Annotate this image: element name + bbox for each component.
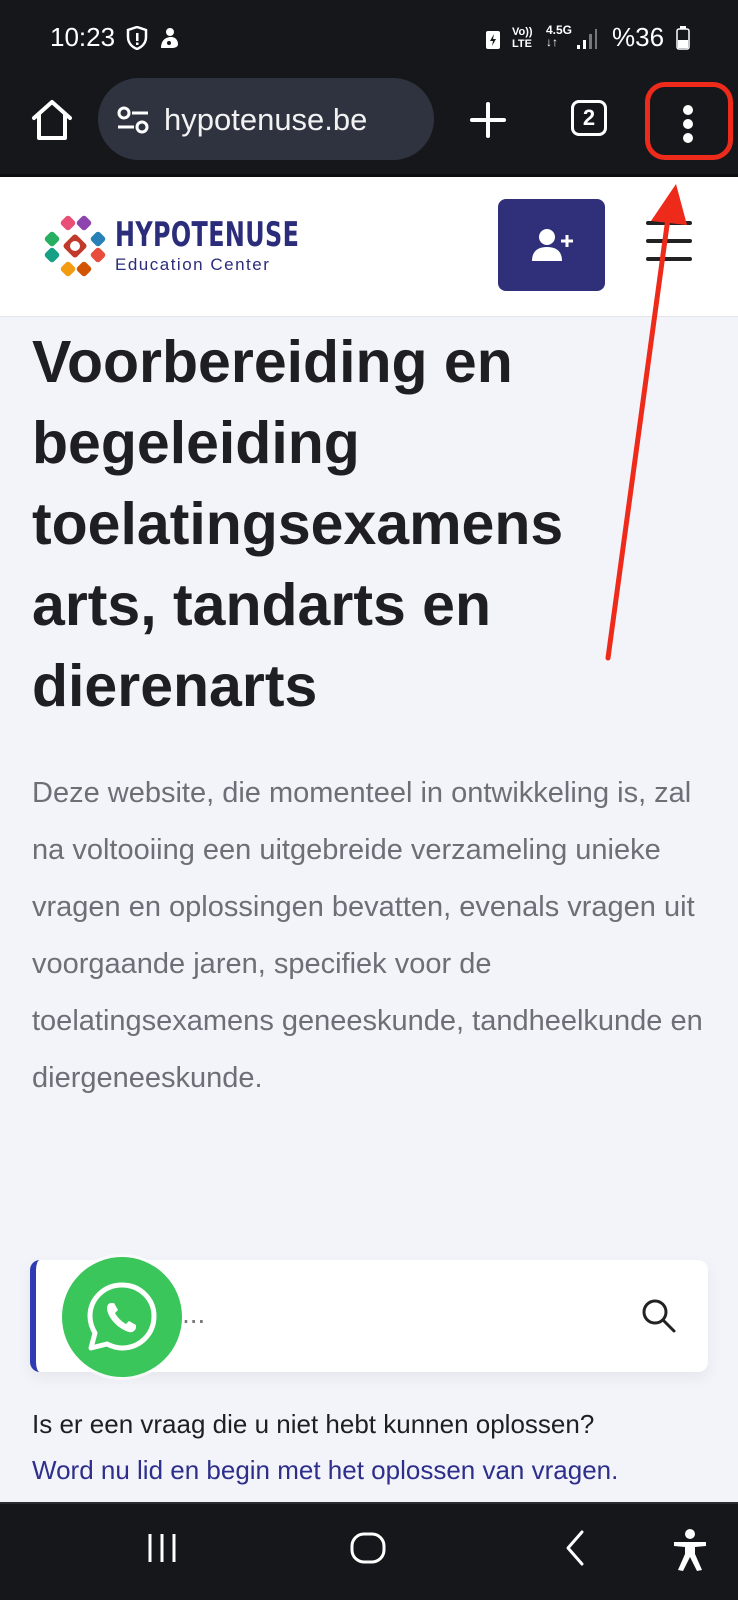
tab-switcher-button[interactable]: 2 [571, 100, 607, 136]
browser-toolbar: hypotenuse.be 2 [0, 72, 738, 176]
system-nav-bar [0, 1502, 738, 1600]
whatsapp-icon [87, 1282, 157, 1351]
logo-name[interactable]: HYPOTENUSE [115, 215, 299, 255]
question-text: Is er een vraag die u niet hebt kunnen o… [32, 1409, 595, 1439]
status-bar: 10:23 Vo)) LTE 4.5G ↓↑ %36 [0, 0, 738, 72]
volte-indicator: Vo)) LTE [512, 26, 533, 50]
accessibility-icon[interactable] [670, 1528, 710, 1572]
status-time: 10:23 [50, 22, 116, 52]
tune-icon[interactable] [116, 105, 150, 135]
back-icon[interactable] [560, 1528, 590, 1568]
home-nav-icon[interactable] [348, 1528, 388, 1568]
url-text: hypotenuse.be [164, 102, 368, 137]
site-header: HYPOTENUSE Education Center [0, 177, 738, 317]
join-link[interactable]: Word nu lid en begin met het oplossen va… [32, 1455, 618, 1486]
search-icon[interactable] [638, 1295, 678, 1335]
add-user-icon [532, 229, 573, 261]
recent-apps-icon[interactable] [144, 1528, 180, 1568]
shield-icon [126, 26, 148, 50]
whatsapp-button[interactable] [62, 1257, 182, 1377]
network-type-indicator: 4.5G ↓↑ [546, 23, 573, 49]
menu-highlight-annotation [645, 82, 733, 160]
battery-saver-icon [486, 31, 500, 49]
intro-paragraph: Deze website, die momenteel in ontwikkel… [32, 777, 703, 1094]
signal-icon [577, 29, 597, 49]
register-button[interactable] [498, 199, 605, 291]
battery-icon [676, 26, 690, 50]
app-notification-icon [161, 28, 178, 48]
logo-icon[interactable] [40, 211, 110, 281]
home-icon[interactable] [26, 94, 78, 146]
hamburger-icon[interactable] [646, 221, 692, 261]
plus-icon[interactable] [466, 98, 510, 142]
logo-subtitle: Education Center [115, 255, 271, 274]
page-title: Voorbereiding en begeleiding toelatingse… [32, 329, 564, 719]
search-input[interactable]: ... [182, 1298, 205, 1330]
battery-percentage: %36 [612, 22, 665, 52]
address-bar[interactable]: hypotenuse.be [98, 78, 434, 160]
